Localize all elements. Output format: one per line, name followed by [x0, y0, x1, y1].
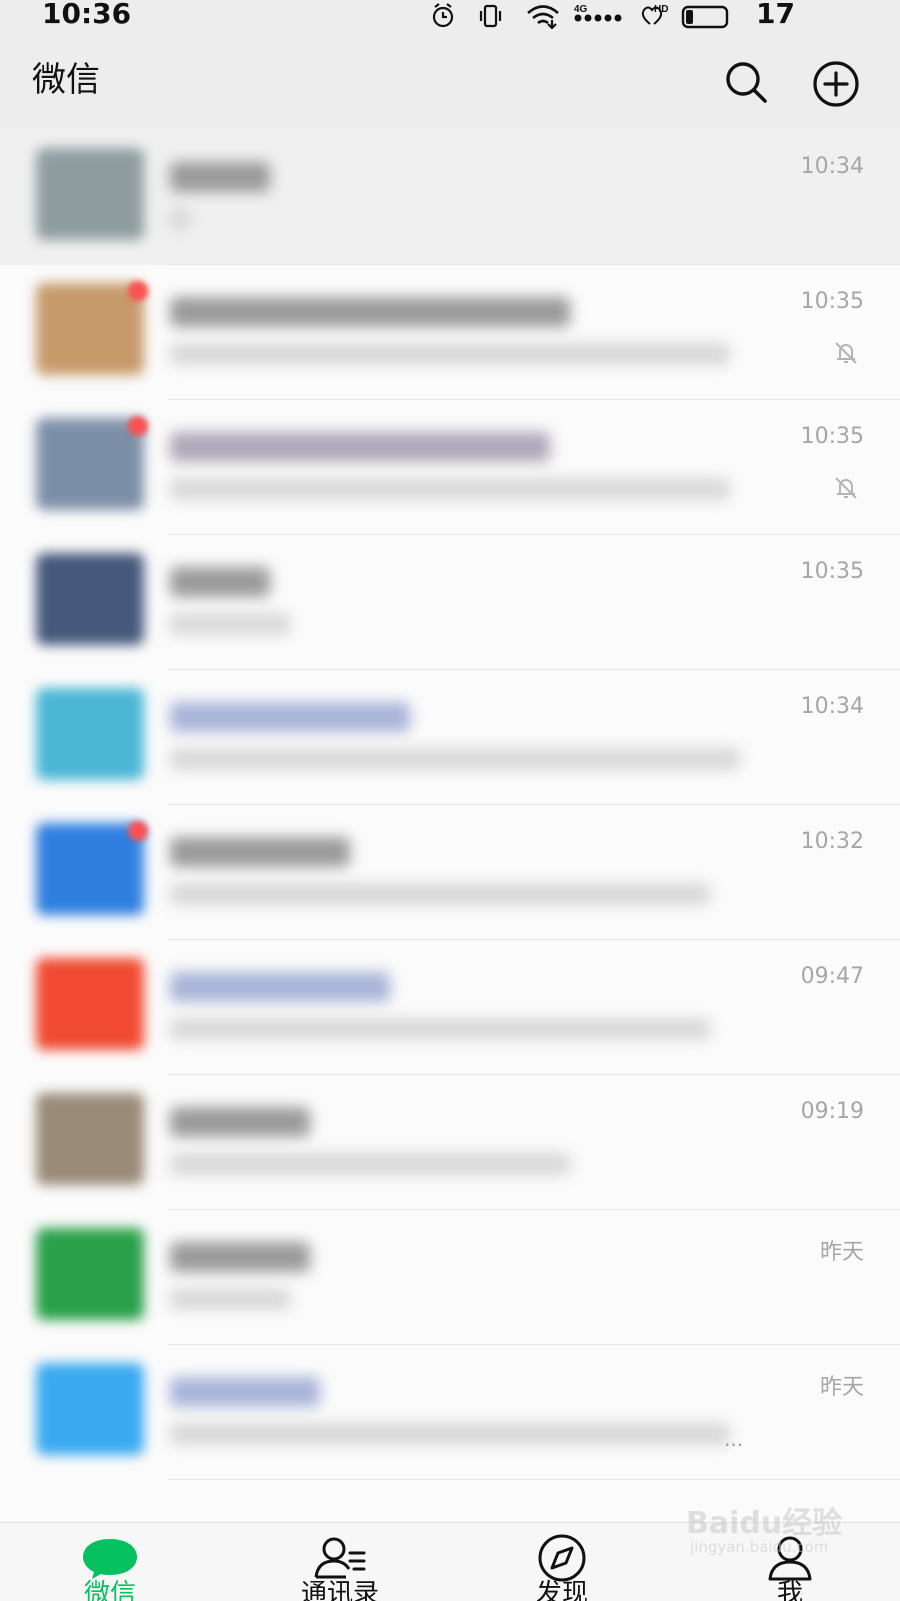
chat-list-item[interactable]: 10:32 [0, 803, 900, 940]
watermark-main: Baidu经验 [686, 1506, 843, 1541]
chat-name-blurred [170, 1377, 320, 1407]
chat-time: 昨天 [819, 1375, 864, 1400]
chat-name-blurred [170, 162, 270, 192]
tab-contacts[interactable]: 通讯录 [280, 1523, 400, 1601]
chat-preview-blurred [170, 748, 740, 770]
wifi-icon [527, 5, 559, 30]
status-time: 10:36 [42, 0, 132, 30]
chat-bubble-icon [83, 1539, 137, 1579]
chat-name-blurred [170, 837, 350, 867]
chat-preview-blurred [170, 478, 730, 500]
chat-list: 10:34 10:35 10:35 10:35 10:34 10:32 09:47 09:19… [0, 128, 900, 1522]
chat-list-item[interactable]: 09:47 [0, 938, 900, 1075]
watermark-sub: jingyan.baidu.com [690, 1538, 829, 1556]
chat-list-item[interactable]: 昨天 [0, 1208, 900, 1345]
chat-preview-blurred [170, 1288, 290, 1310]
chat-list-item[interactable]: 09:19 [0, 1073, 900, 1210]
chat-preview-blurred [170, 883, 710, 905]
chat-list-item[interactable]: 10:35 [0, 533, 900, 670]
alarm-icon [432, 3, 454, 28]
avatar [36, 283, 144, 375]
avatar [36, 1363, 144, 1455]
mute-bell-icon [835, 342, 857, 364]
divider [168, 1479, 900, 1480]
chat-list-item[interactable]: 昨天... [0, 1343, 900, 1480]
avatar [36, 418, 144, 510]
avatar [36, 1228, 144, 1320]
chat-time: 10:35 [800, 289, 864, 314]
tab-label: 发现 [535, 1579, 588, 1601]
watermark: Baidu经验 jingyan.baidu.com [686, 1498, 886, 1568]
chat-name-blurred [170, 1242, 310, 1272]
chat-time: 10:35 [800, 424, 864, 449]
avatar [36, 1093, 144, 1185]
chat-name-blurred [170, 972, 390, 1002]
chat-preview-blurred [170, 1018, 710, 1040]
tab-discover[interactable]: 发现 [502, 1523, 622, 1601]
app-header: 微信 [0, 34, 900, 128]
chat-list-item[interactable]: 10:34 [0, 668, 900, 805]
unread-badge [128, 821, 148, 841]
status-icons: 4G HD [432, 2, 752, 30]
chat-list-item[interactable]: 10:35 [0, 263, 900, 400]
svg-text:HD: HD [654, 4, 668, 15]
compass-icon [538, 1534, 586, 1582]
search-button[interactable] [724, 60, 768, 104]
battery-level: 17 [756, 0, 795, 30]
battery-icon [681, 5, 729, 29]
avatar [36, 688, 144, 780]
add-button[interactable] [812, 60, 860, 108]
vibrate-icon [479, 4, 502, 28]
chat-name-blurred [170, 567, 270, 597]
chat-time: 10:35 [800, 559, 864, 584]
chat-preview-blurred [170, 1423, 730, 1445]
chat-preview-blurred [170, 613, 290, 635]
chat-name-blurred [170, 297, 570, 327]
chat-name-blurred [170, 1107, 310, 1137]
tab-label: 我 [776, 1579, 803, 1601]
chat-time: 09:19 [800, 1099, 864, 1124]
chat-preview-blurred [170, 1153, 570, 1175]
chat-time: 昨天 [819, 1240, 864, 1265]
avatar [36, 823, 144, 915]
chat-time: 09:47 [800, 964, 864, 989]
chat-time: 10:32 [800, 829, 864, 854]
chat-name-blurred [170, 702, 410, 732]
contacts-icon [314, 1537, 366, 1579]
chat-time: 10:34 [800, 154, 864, 179]
chat-list-item[interactable]: 10:34 [0, 128, 900, 265]
avatar [36, 553, 144, 645]
tab-label: 微信 [83, 1579, 136, 1601]
plus-circle-icon [813, 61, 859, 107]
preview-ellipsis: ... [724, 1427, 744, 1451]
search-icon [726, 62, 767, 103]
status-bar: 10:36 4G HD 17 [0, 0, 900, 34]
unread-badge [128, 416, 148, 436]
chat-name-blurred [170, 432, 550, 462]
mute-bell-icon [835, 477, 857, 499]
page-title: 微信 [32, 60, 100, 100]
hd-voice-icon: HD [641, 4, 668, 25]
tab-chats[interactable]: 微信 [50, 1523, 170, 1601]
chat-preview-blurred [170, 343, 730, 365]
cellular-signal-icon: 4G [574, 4, 622, 22]
chat-list-item[interactable]: 10:35 [0, 398, 900, 535]
tab-label: 通讯录 [300, 1579, 379, 1601]
chat-time: 10:34 [800, 694, 864, 719]
avatar [36, 148, 144, 240]
svg-text:4G: 4G [574, 4, 588, 15]
chat-preview-blurred [170, 208, 190, 230]
avatar [36, 958, 144, 1050]
unread-badge [128, 281, 148, 301]
